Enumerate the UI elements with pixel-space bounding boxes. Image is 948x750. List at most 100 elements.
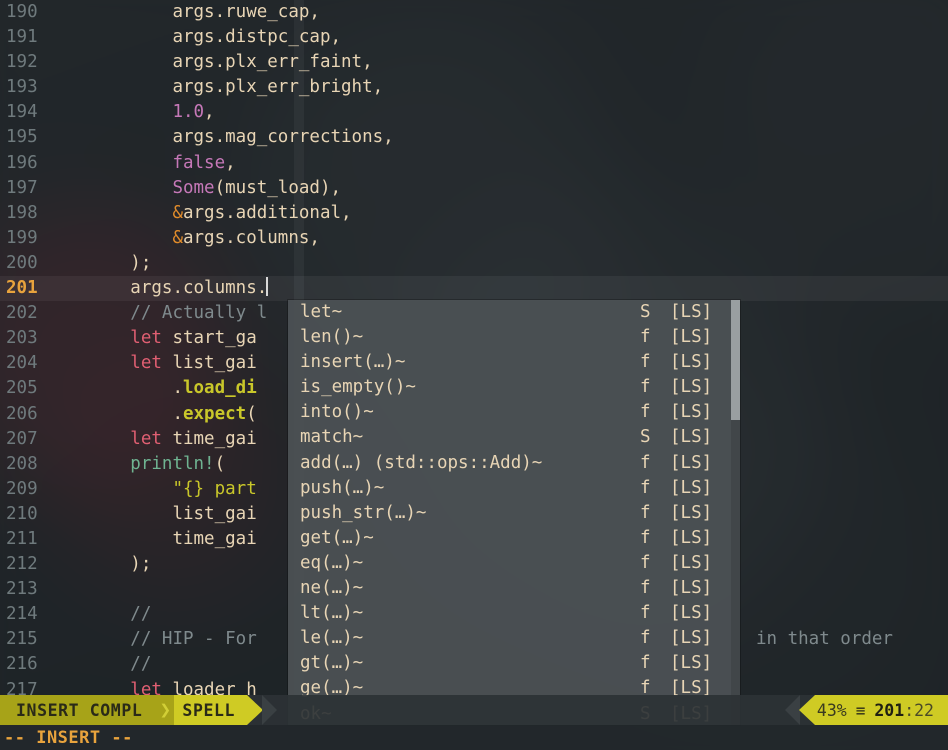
completion-item[interactable]: is_empty()~ f [LS] (288, 375, 740, 400)
line-content: args.distpc_cap, (172, 27, 342, 48)
editor-line[interactable]: 198 &args.additional, (0, 201, 948, 226)
line-number: 214 (6, 604, 38, 625)
completion-item-label: lt(…)~ (300, 603, 364, 624)
line-content: args.ruwe_cap, (172, 2, 320, 22)
line-number: 215 (6, 629, 38, 650)
statusline-left-arrow-shadow (262, 695, 278, 725)
cursor-column: 22 (914, 700, 934, 720)
line-content: // (130, 654, 152, 675)
completion-item-source: [LS] (670, 477, 713, 498)
line-content: list_gai (172, 503, 257, 524)
completion-item-label: add(…) (std::ops::Add)~ (300, 452, 543, 473)
line-content: args.plx_err_faint, (172, 52, 373, 73)
completion-item-source: [LS] (670, 502, 713, 523)
completion-item-source: [LS] (670, 653, 713, 674)
line-content: args.plx_err_bright, (172, 77, 384, 98)
line-number: 216 (6, 654, 38, 675)
completion-item-kind: f (640, 653, 651, 674)
line-content: Some(must_load), (172, 177, 342, 198)
line-content: let time_gai (130, 428, 257, 449)
completion-item[interactable]: insert(…)~ f [LS] (288, 350, 740, 375)
line-number: 191 (6, 27, 38, 48)
line-content: "{} part (172, 478, 257, 499)
completion-item-source: [LS] (670, 452, 713, 473)
editor-line[interactable]: 190 args.ruwe_cap, (0, 0, 948, 25)
line-content: args.mag_corrections, (172, 127, 394, 148)
completion-item-source: [LS] (670, 578, 713, 599)
editor-line[interactable]: 197 Some(must_load), (0, 176, 948, 201)
line-content: // (130, 604, 152, 625)
cursor-position-separator: : (904, 700, 915, 720)
line-content: let start_ga (130, 328, 257, 349)
line-number: 190 (6, 2, 38, 22)
editor-line[interactable]: 191 args.distpc_cap, (0, 25, 948, 50)
line-number-current: 201 (6, 278, 38, 299)
editor-line[interactable]: 200 ); (0, 251, 948, 276)
completion-item-label: le(…)~ (300, 628, 364, 649)
line-content: let list_gai (130, 353, 257, 374)
line-content: ); (130, 252, 152, 273)
completion-item-kind: S (640, 302, 651, 322)
completion-item-kind: f (640, 578, 651, 599)
completion-item-label: push(…)~ (300, 477, 385, 498)
line-number: 204 (6, 353, 38, 374)
line-content: &args.additional, (172, 202, 352, 223)
chevron-right-icon: ❯ (156, 695, 175, 725)
completion-item-label: push_str(…)~ (300, 502, 427, 523)
completion-item[interactable]: into()~ f [LS] (288, 400, 740, 425)
statusline-right-arrow-shadow (784, 695, 800, 725)
scroll-percent: 43% (816, 700, 847, 720)
line-content: 1.0, (172, 102, 215, 123)
completion-item-source: [LS] (670, 402, 713, 423)
editor-line-current[interactable]: 201 args.columns. (0, 276, 948, 302)
editor-line[interactable]: 194 1.0, (0, 100, 948, 125)
completion-item[interactable]: len()~ f [LS] (288, 325, 740, 350)
completion-item[interactable]: match~ S [LS] (288, 425, 740, 450)
command-line[interactable]: -- INSERT -- (0, 725, 948, 750)
line-content: println!( (130, 453, 226, 474)
editor-line[interactable]: 192 args.plx_err_faint, (0, 50, 948, 75)
statusline: INSERT COMPL ❯ SPELL 43% ≡ 201:22 (0, 695, 948, 725)
completion-item-kind: f (640, 527, 651, 548)
completion-item[interactable]: add(…) (std::ops::Add)~ f [LS] (288, 451, 740, 476)
completion-item-source: [LS] (670, 377, 713, 398)
completion-item-label: let~ (300, 302, 343, 322)
completion-item[interactable]: lt(…)~ f [LS] (288, 601, 740, 626)
completion-item-label: get(…)~ (300, 527, 374, 548)
completion-item-label: ne(…)~ (300, 578, 364, 599)
completion-item-label: into()~ (300, 402, 374, 423)
editor-line[interactable]: 196 false, (0, 151, 948, 176)
line-content: // HIP - For (130, 629, 257, 650)
line-number: 195 (6, 127, 38, 148)
completion-item[interactable]: ne(…)~ f [LS] (288, 576, 740, 601)
completion-item-kind: f (640, 603, 651, 624)
editor-line[interactable]: 199 &args.columns, (0, 226, 948, 251)
statusline-spell: SPELL (174, 695, 248, 725)
completion-item[interactable]: let~ S [LS] (288, 300, 740, 325)
completion-item-label: is_empty()~ (300, 377, 416, 398)
line-content: false, (172, 152, 236, 173)
line-number: 197 (6, 177, 38, 198)
completion-item[interactable]: le(…)~ f [LS] (288, 626, 740, 651)
completion-popup[interactable]: let~ S [LS] len()~ f [LS] insert(…)~ f [LS] is… (288, 300, 740, 725)
line-content: .expect( (172, 403, 257, 424)
line-number: 206 (6, 403, 38, 424)
line-number: 212 (6, 554, 38, 575)
completion-item-source: [LS] (670, 427, 713, 448)
completion-item[interactable]: push_str(…)~ f [LS] (288, 501, 740, 526)
statusline-mode: INSERT COMPL (0, 695, 157, 725)
editor-line[interactable]: 195 args.mag_corrections, (0, 125, 948, 150)
line-number: 200 (6, 252, 38, 273)
completion-item[interactable]: gt(…)~ f [LS] (288, 651, 740, 676)
line-number: 193 (6, 77, 38, 98)
line-content: ); (130, 554, 152, 575)
completion-item-source: [LS] (670, 628, 713, 649)
terminal-window: 190 args.ruwe_cap, 191 args.distpc_cap, … (0, 0, 948, 750)
editor-line[interactable]: 193 args.plx_err_bright, (0, 75, 948, 100)
completion-item-kind: f (640, 502, 651, 523)
completion-item[interactable]: eq(…)~ f [LS] (288, 551, 740, 576)
completion-item[interactable]: push(…)~ f [LS] (288, 476, 740, 501)
completion-item[interactable]: get(…)~ f [LS] (288, 526, 740, 551)
completion-item-label: insert(…)~ (300, 352, 406, 373)
mode-message: -- INSERT -- (4, 727, 133, 748)
